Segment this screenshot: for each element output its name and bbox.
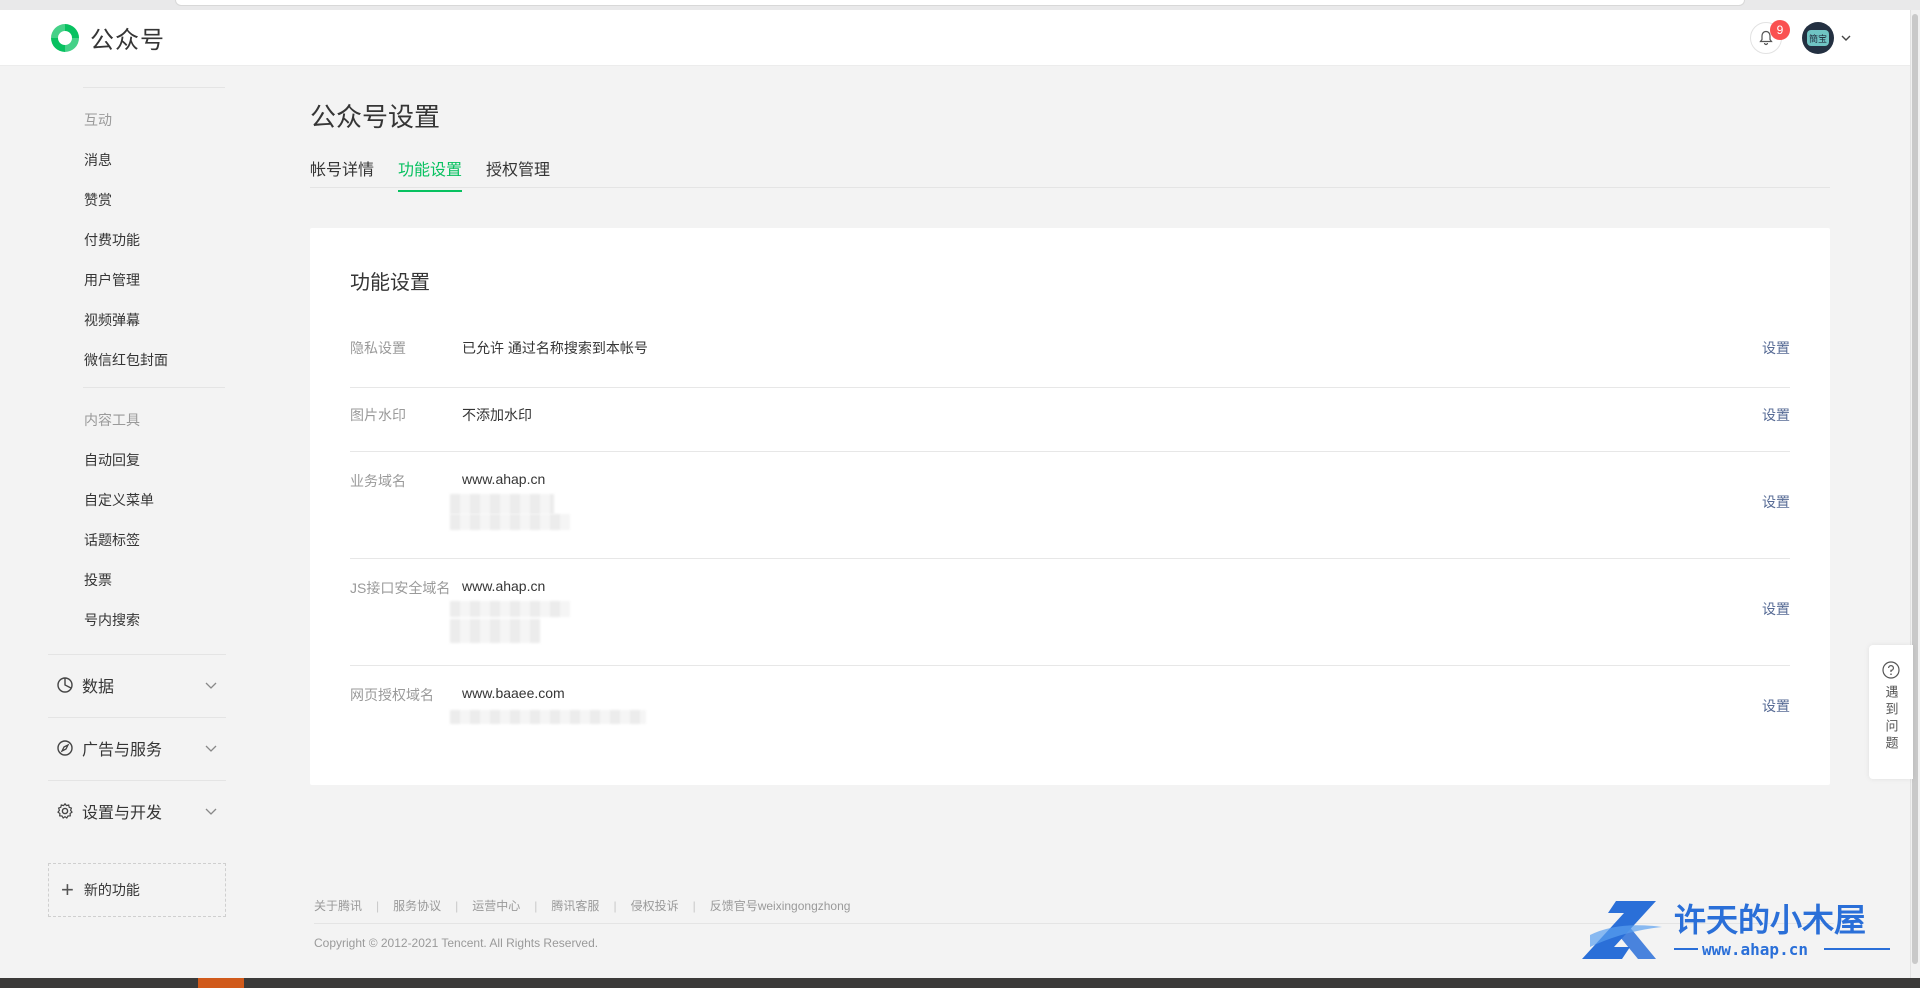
sidebar-divider [83, 87, 225, 88]
gear-icon [57, 802, 73, 819]
sidebar-item-topic-tags[interactable]: 话题标签 [84, 530, 140, 550]
settings-tabs: 帐号详情 功能设置 授权管理 [310, 150, 1830, 192]
sidebar-item-in-account-search[interactable]: 号内搜索 [84, 610, 140, 630]
chevron-down-icon [205, 745, 217, 752]
privacy-settings-link[interactable]: 设置 [1762, 338, 1790, 358]
oauth-domain-settings-link[interactable]: 设置 [1762, 696, 1790, 716]
scrollbar-thumb[interactable] [1912, 14, 1918, 964]
sidebar-item-auto-reply[interactable]: 自动回复 [84, 450, 140, 470]
sidebar-group-title-content-tools: 内容工具 [84, 412, 140, 428]
sidebar-item-red-packet-cover[interactable]: 微信红包封面 [84, 350, 168, 370]
settings-row-privacy: 隐私设置 已允许 通过名称搜索到本帐号 设置 [350, 323, 1790, 388]
sidebar-item-custom-menu[interactable]: 自定义菜单 [84, 490, 154, 510]
sidebar-section-settings-dev[interactable]: 设置与开发 [48, 780, 226, 840]
app-name: 公众号 [90, 27, 165, 54]
footer-separator: | [455, 898, 459, 913]
footer-links: 关于腾讯 | 服务协议 | 运营中心 | 腾讯客服 | 侵权投诉 | 反馈官号w… [314, 897, 850, 914]
help-float-button[interactable]: 遇到问题 [1869, 645, 1913, 779]
sidebar-divider [83, 387, 225, 388]
footer-link-terms[interactable]: 服务协议 [393, 897, 441, 914]
row-label: 业务域名 [350, 473, 406, 489]
notification-count-badge: 9 [1770, 20, 1790, 40]
redacted-domain [450, 619, 540, 643]
help-label: 遇到问题 [1883, 685, 1899, 753]
settings-row-oauth-domain: 网页授权域名 www.baaee.com 设置 [350, 666, 1790, 756]
page-title: 公众号设置 [310, 102, 441, 132]
tab-account-details[interactable]: 帐号详情 [310, 156, 374, 190]
pie-chart-icon [57, 676, 73, 693]
sidebar: 互动 消息 赞赏 付费功能 用户管理 视频弹幕 微信红包封面 内容工具 自动回复… [0, 67, 300, 967]
chevron-down-icon [205, 682, 217, 689]
footer-link-about[interactable]: 关于腾讯 [314, 897, 362, 914]
watermark-settings-link[interactable]: 设置 [1762, 405, 1790, 425]
new-feature-label: 新的功能 [83, 882, 140, 898]
row-label: JS接口安全域名 [350, 580, 451, 596]
footer-link-feedback[interactable]: 反馈官号weixingongzhong [710, 897, 851, 914]
redacted-domain [450, 514, 570, 530]
footer-link-complaint[interactable]: 侵权投诉 [631, 897, 679, 914]
taskbar-app[interactable] [198, 978, 244, 988]
settings-row-js-domain: JS接口安全域名 www.ahap.cn 设置 [350, 559, 1790, 666]
watermark-url: www.ahap.cn [1702, 940, 1808, 959]
row-label: 网页授权域名 [350, 687, 434, 703]
sidebar-item-paid-features[interactable]: 付费功能 [84, 230, 140, 250]
sidebar-section-label: 数据 [82, 678, 115, 696]
footer-link-support[interactable]: 腾讯客服 [551, 897, 599, 914]
sidebar-section-label: 设置与开发 [82, 804, 163, 822]
tab-authorization-management[interactable]: 授权管理 [486, 156, 550, 190]
sidebar-item-messages[interactable]: 消息 [84, 150, 112, 170]
redacted-domain [450, 710, 646, 724]
footer-link-operations[interactable]: 运营中心 [472, 897, 520, 914]
sidebar-item-reward[interactable]: 赞赏 [84, 190, 112, 210]
wechat-official-logo-icon [51, 23, 79, 52]
site-watermark-logo: 许天的小木屋 www.ahap.cn [1582, 901, 1890, 959]
address-bar[interactable] [175, 0, 1745, 6]
browser-top-bar [0, 0, 1920, 10]
question-circle-icon [1882, 661, 1900, 679]
row-value: www.baaee.com [462, 685, 565, 701]
row-label: 隐私设置 [350, 340, 406, 356]
sidebar-item-user-management[interactable]: 用户管理 [84, 270, 140, 290]
copyright: Copyright © 2012-2021 Tencent. All Right… [314, 936, 599, 950]
watermark-title: 许天的小木屋 [1674, 901, 1866, 939]
row-label: 图片水印 [350, 407, 406, 423]
new-feature-button[interactable]: + 新的功能 [48, 863, 226, 917]
os-taskbar [0, 978, 1920, 988]
chevron-down-icon [205, 808, 217, 815]
sidebar-section-label: 广告与服务 [82, 741, 163, 759]
footer-separator: | [534, 898, 538, 913]
sidebar-item-video-danmaku[interactable]: 视频弹幕 [84, 310, 140, 330]
row-value: 已允许 通过名称搜索到本帐号 [462, 340, 648, 356]
redacted-domain [450, 494, 554, 514]
compass-icon [57, 739, 73, 756]
chevron-down-icon[interactable] [1840, 32, 1852, 44]
footer-separator: | [613, 898, 617, 913]
sidebar-group-title-interaction: 互动 [84, 112, 112, 128]
feature-settings-card: 功能设置 隐私设置 已允许 通过名称搜索到本帐号 设置 图片水印 不添加水印 设… [310, 228, 1830, 785]
js-domain-settings-link[interactable]: 设置 [1762, 599, 1790, 619]
logo[interactable]: 公众号 [48, 20, 165, 55]
tab-feature-settings[interactable]: 功能设置 [398, 156, 463, 192]
top-header: 公众号 9 簡宝 [0, 10, 1920, 66]
sidebar-section-ads-services[interactable]: 广告与服务 [48, 717, 226, 777]
sidebar-section-data[interactable]: 数据 [48, 654, 226, 714]
footer-separator: | [692, 898, 696, 913]
footer-separator: | [376, 898, 380, 913]
plus-icon: + [61, 877, 74, 902]
row-value: 不添加水印 [462, 407, 532, 423]
sidebar-item-vote[interactable]: 投票 [84, 570, 112, 590]
redacted-domain [450, 601, 570, 617]
row-value: www.ahap.cn [462, 578, 546, 594]
settings-row-business-domain: 业务域名 www.ahap.cn 设置 [350, 452, 1790, 559]
card-title: 功能设置 [350, 272, 430, 294]
avatar[interactable]: 簡宝 [1802, 22, 1834, 54]
settings-row-watermark: 图片水印 不添加水印 设置 [350, 388, 1790, 452]
avatar-label: 簡宝 [1807, 30, 1829, 46]
row-value: www.ahap.cn [462, 471, 546, 487]
business-domain-settings-link[interactable]: 设置 [1762, 492, 1790, 512]
